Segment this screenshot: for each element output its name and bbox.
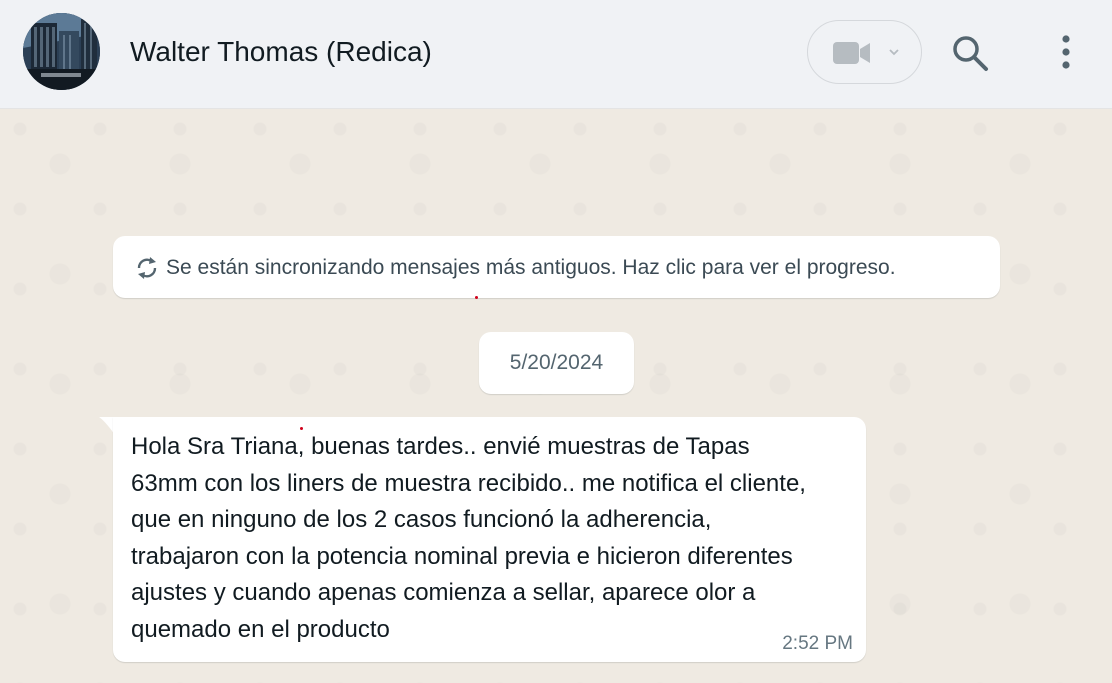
- red-marker-dot: [475, 296, 478, 299]
- menu-button[interactable]: [1055, 35, 1077, 76]
- vertical-dots-menu-icon: [1062, 35, 1070, 69]
- search-icon: [953, 36, 988, 71]
- contact-name[interactable]: Walter Thomas (Redica): [130, 36, 432, 68]
- search-button[interactable]: [950, 33, 990, 78]
- video-camera-icon: [833, 42, 870, 64]
- building-photo-avatar-icon: [23, 13, 100, 90]
- red-marker-dot: [300, 427, 303, 430]
- contact-avatar[interactable]: [23, 13, 100, 90]
- date-separator: 5/20/2024: [479, 332, 634, 394]
- incoming-message-bubble[interactable]: Hola Sra Triana, buenas tardes.. envié m…: [113, 417, 866, 662]
- chat-header: Walter Thomas (Redica): [0, 0, 1112, 109]
- sync-icon: [137, 257, 157, 279]
- sync-progress-banner[interactable]: Se están sincronizando mensajes más anti…: [113, 236, 1000, 298]
- message-timestamp: 2:52 PM: [782, 633, 853, 654]
- sync-banner-text: Se están sincronizando mensajes más anti…: [166, 256, 896, 279]
- chevron-down-icon: [889, 49, 899, 56]
- video-call-button[interactable]: [807, 20, 922, 84]
- message-text: Hola Sra Triana, buenas tardes.. envié m…: [131, 433, 806, 643]
